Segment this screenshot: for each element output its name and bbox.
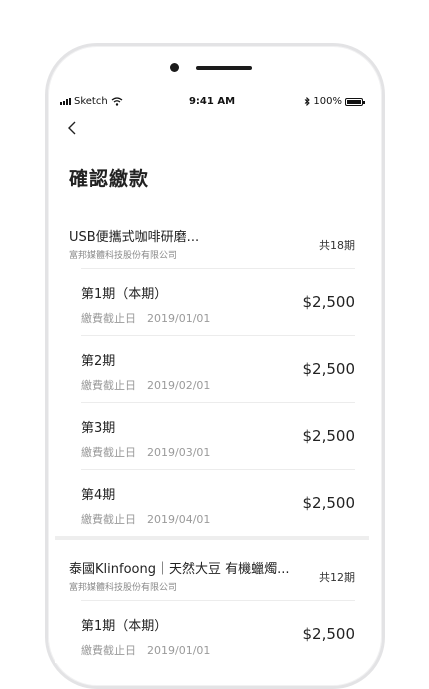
due-label: 繳費截止日 [81,379,136,392]
installment-row[interactable]: 第2期 繳費截止日 2019/02/01 $2,500 [81,335,355,403]
status-bar: Sketch 9:41 AM 100% [55,90,369,114]
bluetooth-icon [305,97,311,106]
due-date-line: 繳費截止日 2019/03/01 [81,444,221,460]
camera-sensor [170,63,179,72]
installment-amount: $2,500 [302,494,356,512]
speaker-grille [196,66,252,70]
battery-percent: 100% [313,96,342,107]
due-label: 繳費截止日 [81,312,136,325]
installment-period: 第3期 [81,421,116,436]
group-divider [55,536,369,540]
battery-icon [345,97,365,106]
due-label: 繳費截止日 [81,446,136,459]
due-date-line: 繳費截止日 2019/02/01 [81,377,221,393]
due-date: 2019/02/01 [147,379,211,392]
page-title: 確認繳款 [69,168,150,190]
screen: Sketch 9:41 AM 100% 確認繳款 USB便攜式咖啡研磨... 富… [55,90,369,663]
installment-row[interactable]: 第4期 繳費截止日 2019/04/01 $2,500 [81,469,355,537]
status-right: 100% [304,96,365,107]
due-label: 繳費截止日 [81,513,136,526]
installment-period: 第4期 [81,488,116,503]
installment-amount: $2,500 [302,625,356,643]
due-date-line: 繳費截止日 2019/01/01 [81,310,221,326]
due-date-line: 繳費截止日 2019/04/01 [81,511,221,527]
due-label: 繳費截止日 [81,644,136,657]
installment-amount: $2,500 [302,360,356,378]
installment-total: 共18期 [319,239,355,252]
due-date: 2019/04/01 [147,513,211,526]
installment-total: 共12期 [319,571,355,584]
installment-amount: $2,500 [302,427,356,445]
due-date: 2019/03/01 [147,446,211,459]
company-name: 富邦媒體科技股份有限公司 [69,583,178,593]
due-date: 2019/01/01 [147,312,211,325]
due-date-line: 繳費截止日 2019/01/01 [81,642,221,658]
due-date: 2019/01/01 [147,644,211,657]
installment-row[interactable]: 第3期 繳費截止日 2019/03/01 $2,500 [81,402,355,470]
product-name[interactable]: USB便攜式咖啡研磨... [69,226,199,245]
company-name: 富邦媒體科技股份有限公司 [69,251,178,261]
installment-row[interactable]: 第1期（本期） 繳費截止日 2019/01/01 $2,500 [81,268,355,336]
installment-period: 第1期（本期） [81,619,168,634]
product-name[interactable]: 泰國Klinfoong｜天然大豆 有機蠟燭... [69,558,290,577]
installment-amount: $2,500 [302,293,356,311]
installment-row[interactable]: 第1期（本期） 繳費截止日 2019/01/01 $2,500 [81,600,355,663]
back-chevron-icon[interactable] [66,120,80,136]
installment-period: 第2期 [81,354,116,369]
installment-period: 第1期（本期） [81,287,168,302]
